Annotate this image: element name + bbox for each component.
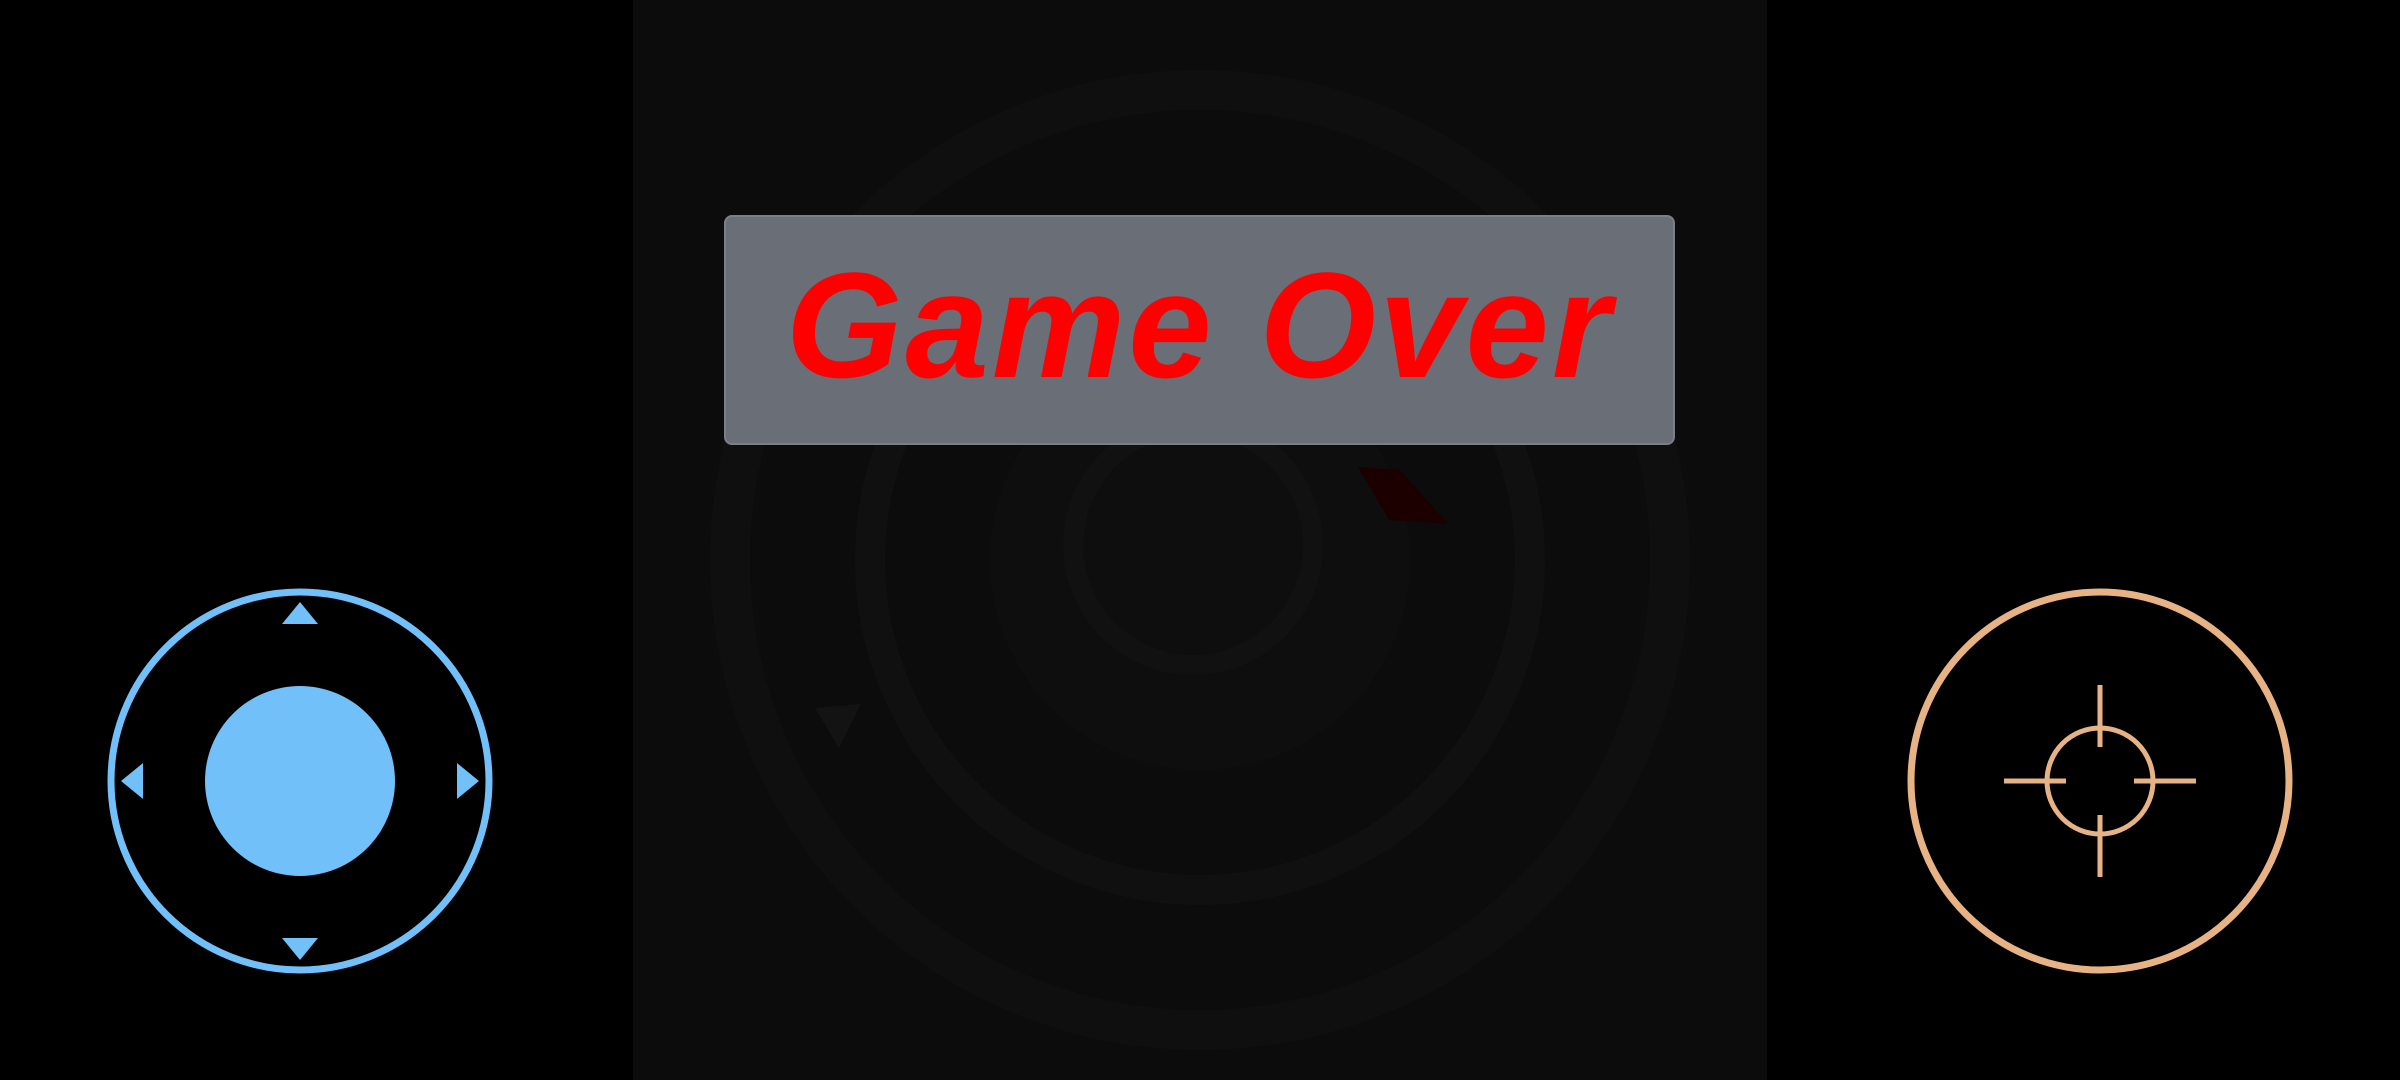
joystick-thumb[interactable] bbox=[205, 686, 395, 876]
game-screen: Game Over bbox=[0, 0, 2400, 1080]
playfield-scene bbox=[710, 70, 1690, 1050]
virtual-joystick[interactable] bbox=[106, 587, 494, 975]
arrow-left-icon bbox=[121, 763, 143, 799]
arrow-right-icon bbox=[457, 763, 479, 799]
playfield bbox=[633, 0, 1767, 1080]
arrow-down-icon bbox=[282, 938, 318, 960]
dpad-joystick-icon bbox=[107, 588, 493, 974]
game-over-banner: Game Over bbox=[724, 215, 1675, 445]
fire-button[interactable] bbox=[1906, 587, 2294, 975]
game-over-text: Game Over bbox=[785, 241, 1614, 409]
debris-triangle bbox=[815, 704, 861, 748]
crosshair-icon bbox=[1907, 588, 2293, 974]
arrow-up-icon bbox=[282, 602, 318, 624]
